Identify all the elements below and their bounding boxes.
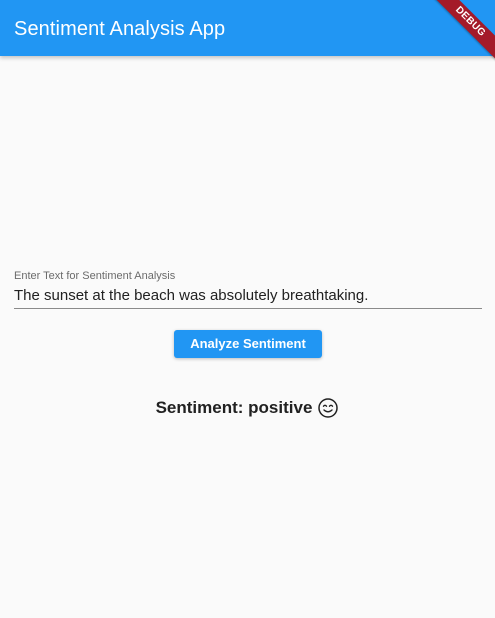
sentiment-text-field[interactable]: Enter Text for Sentiment Analysis: [14, 268, 482, 310]
sentiment-result-text: Sentiment: positive: [155, 398, 313, 417]
smiling-face-icon: [317, 397, 339, 419]
text-field-underline: [14, 308, 482, 309]
sentiment-result: Sentiment: positive: [0, 396, 495, 420]
app-screen: Sentiment Analysis App DEBUG Enter Text …: [0, 0, 495, 618]
sentiment-text-input[interactable]: [14, 284, 482, 306]
analyze-sentiment-button[interactable]: Analyze Sentiment: [174, 330, 322, 358]
sentiment-text-label: Enter Text for Sentiment Analysis: [14, 270, 176, 282]
app-title: Sentiment Analysis App: [14, 18, 226, 40]
app-bar: Sentiment Analysis App: [0, 0, 495, 56]
